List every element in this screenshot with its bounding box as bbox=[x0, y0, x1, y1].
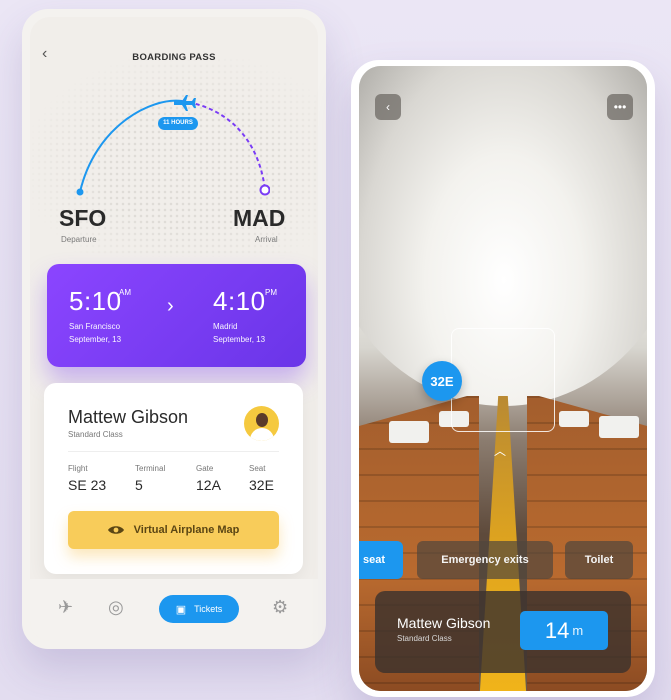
arrival-ampm: PM bbox=[265, 288, 277, 297]
tab-tickets-label: Tickets bbox=[194, 604, 223, 614]
terminal-value: 5 bbox=[135, 477, 143, 493]
boarding-pass-screen: ‹ BOARDING PASS 11 HOURS SFO Departure M… bbox=[22, 9, 326, 649]
distance-value: 14 bbox=[544, 617, 570, 643]
distance-badge: 14 m bbox=[520, 611, 608, 650]
departure-label: Departure bbox=[61, 235, 97, 244]
map-button-label: Virtual Airplane Map bbox=[133, 524, 240, 536]
flight-label: Flight bbox=[68, 464, 88, 473]
arrival-code: MAD bbox=[233, 205, 286, 231]
departure-code: SFO bbox=[59, 205, 107, 231]
distance-unit: m bbox=[572, 623, 584, 638]
cabin-photo: ‹ ••• 32E ︿ seat Emergency exits Toilet … bbox=[359, 66, 647, 691]
gate-label: Gate bbox=[196, 464, 214, 473]
page-title: BOARDING PASS bbox=[132, 52, 216, 63]
passenger-class: Standard Class bbox=[397, 634, 452, 643]
arrival-city: Madrid bbox=[213, 322, 238, 331]
passenger-name: Mattew Gibson bbox=[68, 407, 189, 427]
bottom-tabbar: ✈ ◎ ▣ Tickets ⚙ bbox=[30, 579, 318, 641]
seat-marker[interactable]: 32E bbox=[422, 361, 462, 401]
duration-badge: 11 HOURS bbox=[163, 120, 193, 126]
terminal-label: Terminal bbox=[135, 464, 166, 473]
ticket-icon: ▣ bbox=[175, 603, 187, 616]
divider bbox=[68, 451, 279, 452]
passenger-name: Mattew Gibson bbox=[397, 615, 491, 631]
flight-route-arc bbox=[76, 95, 270, 196]
departure-date: September, 13 bbox=[69, 335, 122, 344]
boarding-pass-content: ‹ BOARDING PASS 11 HOURS SFO Departure M… bbox=[30, 17, 318, 641]
departure-city: San Francisco bbox=[69, 322, 121, 331]
avatar[interactable] bbox=[244, 406, 279, 441]
passenger-class: Standard Class bbox=[68, 430, 123, 439]
airplane-icon bbox=[174, 95, 196, 111]
virtual-airplane-map-button[interactable]: Virtual Airplane Map bbox=[68, 511, 279, 549]
chevron-right-icon: › bbox=[167, 295, 174, 317]
flight-time-card: 5:10 AM San Francisco September, 13 › 4:… bbox=[47, 264, 306, 367]
seat-focus-frame bbox=[451, 328, 555, 432]
filter-emergency-exits-pill[interactable]: Emergency exits bbox=[417, 541, 553, 579]
eye-icon bbox=[107, 526, 124, 534]
back-button[interactable]: ‹ bbox=[375, 94, 401, 120]
arrival-date: September, 13 bbox=[213, 335, 266, 344]
departure-time: 5:10 bbox=[69, 286, 122, 316]
seat-value: 32E bbox=[249, 477, 274, 493]
flight-value: SE 23 bbox=[68, 477, 107, 493]
arrival-label: Arrival bbox=[255, 235, 278, 244]
compass-icon[interactable]: ◎ bbox=[108, 597, 124, 618]
filter-seat-pill[interactable]: seat bbox=[359, 541, 403, 579]
airplane-tab-icon[interactable]: ✈ bbox=[58, 597, 73, 618]
passenger-distance-card: Mattew Gibson Standard Class 14 m bbox=[375, 591, 631, 673]
more-options-icon[interactable]: ••• bbox=[607, 94, 633, 120]
gate-value: 12A bbox=[196, 477, 221, 493]
settings-gear-icon[interactable]: ⚙ bbox=[272, 597, 288, 618]
filter-toilet-pill[interactable]: Toilet bbox=[565, 541, 633, 579]
tab-tickets[interactable]: ▣ Tickets bbox=[159, 595, 239, 623]
passenger-card: Mattew Gibson Standard Class Flight SE 2… bbox=[44, 383, 303, 574]
virtual-cabin-screen: ‹ ••• 32E ︿ seat Emergency exits Toilet … bbox=[351, 60, 655, 697]
arrival-time: 4:10 bbox=[213, 286, 266, 316]
arrival-dot-icon bbox=[259, 184, 270, 196]
departure-ampm: AM bbox=[119, 288, 131, 297]
seat-label: Seat bbox=[249, 464, 266, 473]
chevron-up-icon: ︿ bbox=[494, 444, 507, 458]
departure-dot-icon bbox=[76, 188, 84, 196]
